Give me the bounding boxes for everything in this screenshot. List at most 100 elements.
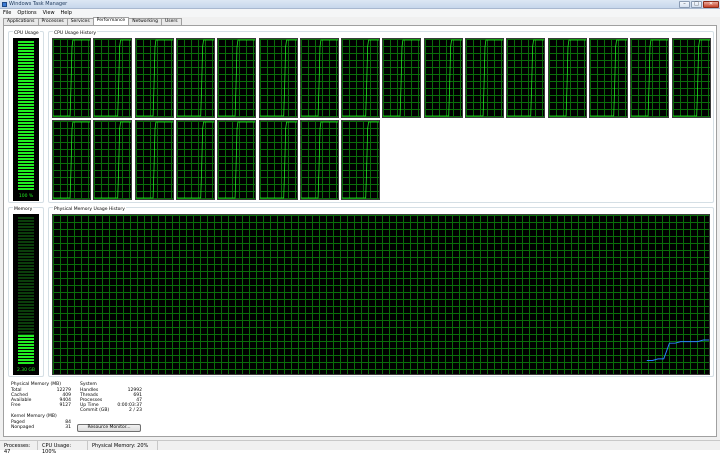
cpu-core-graph: [341, 38, 381, 118]
cpu-core-usage-line: [507, 39, 545, 117]
cpu-core-usage-line: [466, 39, 503, 117]
cpu-core-usage-line: [300, 39, 338, 117]
cpu-core-usage-line: [672, 39, 710, 117]
cpu-usage-meter: 100 %: [13, 38, 39, 201]
task-manager-window: Windows Task Manager – □ ✕ File Options …: [0, 0, 720, 455]
cpu-core-usage-line: [342, 121, 380, 199]
cpu-core-graph: [52, 120, 91, 200]
cpu-core-graph: [588, 38, 628, 118]
pm-row-free: Free 9127: [11, 403, 71, 408]
cpu-core-usage-line: [94, 39, 132, 117]
cpu-core-usage-line: [259, 39, 297, 117]
status-bar: Processes: 47 CPU Usage: 100% Physical M…: [0, 440, 720, 455]
maximize-button[interactable]: □: [691, 1, 702, 8]
system-info: System Handles 12992 Threads 691 Processes…: [80, 382, 142, 413]
menu-help[interactable]: Help: [58, 9, 75, 17]
cpu-core-graph: [299, 120, 339, 200]
window-title: Windows Task Manager: [9, 1, 68, 7]
cpu-core-graph: [506, 38, 546, 118]
resource-monitor-button[interactable]: Resource Monitor...: [77, 424, 141, 432]
memory-meter-empty: [18, 217, 34, 335]
title-bar[interactable]: Windows Task Manager – □ ✕: [0, 0, 720, 9]
cpu-core-usage-line: [176, 39, 214, 117]
cpu-core-graph: [465, 38, 504, 118]
minimize-button[interactable]: –: [679, 1, 690, 8]
close-button[interactable]: ✕: [703, 1, 719, 8]
system-heading: System: [80, 382, 97, 387]
memory-meter: 2.30 GB: [13, 214, 39, 375]
cpu-core-usage-line: [259, 121, 297, 199]
tab-applications[interactable]: Applications: [3, 18, 39, 25]
cpu-core-graph: [630, 38, 670, 118]
sys-row-commit: Commit (GB) 2 / 23: [80, 408, 142, 413]
memory-label: Memory: [13, 207, 34, 212]
menu-bar: File Options View Help: [0, 9, 720, 17]
memory-history-plot: [646, 339, 709, 361]
cpu-core-graph: [423, 38, 463, 118]
cpu-core-usage-line: [383, 39, 421, 117]
cpu-history-group: CPU Usage History: [48, 31, 714, 203]
cpu-core-graph: [134, 120, 174, 200]
tab-networking[interactable]: Networking: [128, 18, 162, 25]
cpu-core-graph: [299, 38, 339, 118]
cpu-core-graph: [382, 38, 422, 118]
cpu-core-graph: [175, 38, 215, 118]
cpu-core-usage-line: [53, 121, 90, 199]
cpu-usage-group: CPU Usage 100 %: [8, 31, 44, 203]
cpu-core-usage-line: [218, 39, 256, 117]
cpu-core-usage-line: [342, 39, 380, 117]
cpu-core-graph: [217, 38, 257, 118]
cpu-core-usage-line: [218, 121, 256, 199]
memory-value: 2.30 GB: [16, 368, 36, 373]
km-row-nonpaged: Nonpaged 31: [11, 425, 71, 430]
cpu-core-usage-line: [135, 39, 173, 117]
cpu-core-graph: [671, 38, 711, 118]
cpu-core-usage-line: [176, 121, 214, 199]
tab-users[interactable]: Users: [160, 18, 182, 25]
cpu-usage-label: CPU Usage: [13, 31, 40, 36]
kernel-memory-heading: Kernel Memory (MB): [11, 414, 57, 419]
menu-view[interactable]: View: [40, 9, 58, 17]
cpu-core-usage-line: [589, 39, 627, 117]
cpu-core-graph: [258, 38, 298, 118]
cpu-core-graph: [175, 120, 215, 200]
cpu-usage-value: 100 %: [18, 194, 34, 199]
cpu-core-usage-line: [548, 39, 586, 117]
cpu-core-usage-line: [424, 39, 462, 117]
performance-panel: CPU Usage 100 % CPU Usage History Memory…: [3, 25, 717, 437]
tab-processes[interactable]: Processes: [37, 18, 68, 25]
status-processes: Processes: 47: [0, 441, 38, 455]
cpu-core-graph: [93, 120, 133, 200]
memory-history-group: Physical Memory Usage History: [48, 207, 714, 377]
cpu-core-graph: [134, 38, 174, 118]
physical-memory-heading: Physical Memory (MB): [11, 382, 61, 387]
memory-meter-fill: [18, 335, 34, 365]
cpu-core-usage-line: [300, 121, 338, 199]
cpu-core-graph: [258, 120, 298, 200]
tab-services[interactable]: Services: [66, 18, 94, 25]
cpu-core-graph: [547, 38, 587, 118]
tab-strip: Applications Processes Services Performa…: [3, 17, 182, 25]
cpu-core-usage-line: [94, 121, 132, 199]
cpu-core-usage-line: [53, 39, 90, 117]
cpu-core-graph: [52, 38, 91, 118]
status-cpu-usage: CPU Usage: 100%: [38, 441, 88, 455]
memory-group: Memory 2.30 GB: [8, 207, 44, 377]
memory-history-graph: [52, 214, 710, 375]
cpu-core-graph: [341, 120, 381, 200]
cpu-core-graph: [217, 120, 257, 200]
cpu-history-label: CPU Usage History: [53, 31, 98, 36]
app-icon: [2, 2, 7, 7]
cpu-core-graph: [93, 38, 133, 118]
status-physical-memory: Physical Memory: 20%: [88, 441, 158, 450]
memory-history-line: [646, 339, 709, 361]
physical-memory-info: Physical Memory (MB) Total 12279 Cached 40…: [11, 382, 71, 408]
menu-options[interactable]: Options: [14, 9, 39, 17]
cpu-meter-fill: [18, 41, 34, 191]
kernel-memory-info: Kernel Memory (MB) Paged 84 Nonpaged 31: [11, 414, 71, 430]
tab-performance[interactable]: Performance: [92, 17, 130, 25]
cpu-core-usage-line: [135, 121, 173, 199]
cpu-core-usage-line: [631, 39, 669, 117]
menu-file[interactable]: File: [0, 9, 14, 17]
memory-history-label: Physical Memory Usage History: [53, 207, 126, 212]
